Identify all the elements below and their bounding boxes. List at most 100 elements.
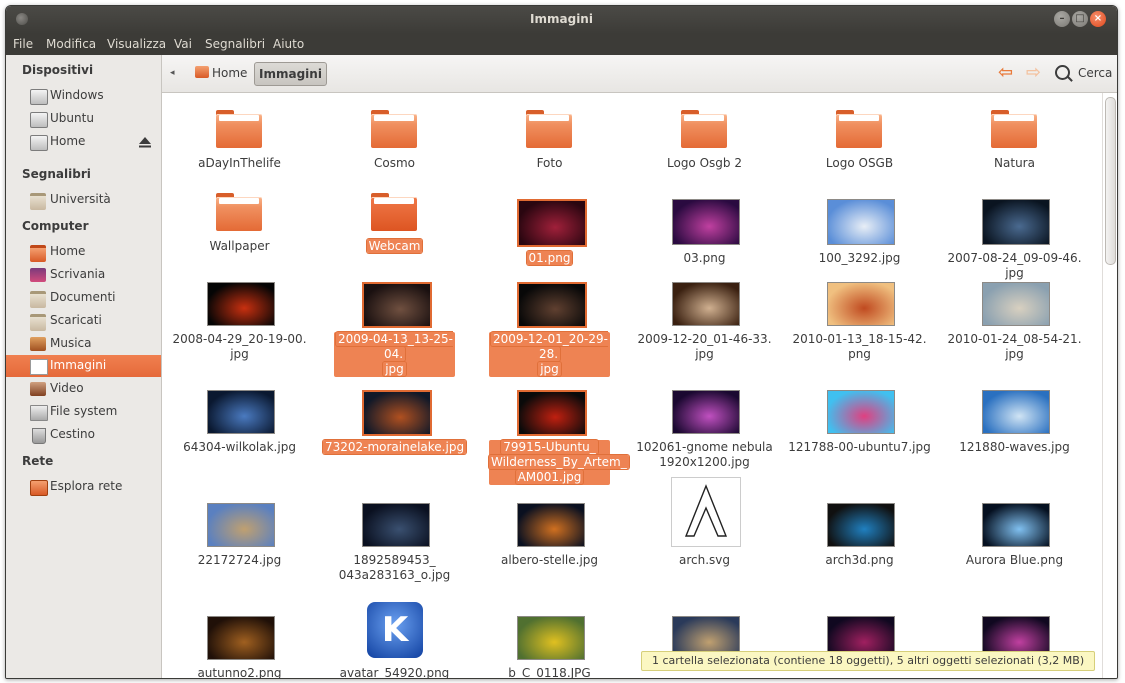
file-name-label: Logo Osgb 2 <box>667 156 742 170</box>
image-thumbnail-icon <box>362 282 432 328</box>
window-title: Immagini <box>530 12 593 26</box>
scrollbar-thumb[interactable] <box>1105 97 1116 265</box>
file-name-label: b_C_0118.JPG <box>508 666 591 679</box>
video-icon <box>30 382 46 396</box>
close-button[interactable]: × <box>1090 11 1106 27</box>
sidebar-item-esplora-rete[interactable]: Esplora rete <box>6 476 161 498</box>
sidebar-item-label: Musica <box>50 336 92 350</box>
file-name-label: 102061-gnome nebula 1920x1200.jpg <box>636 440 773 469</box>
image-thumbnail-icon <box>672 390 740 434</box>
sidebar-item-scaricati[interactable]: Scaricati <box>6 310 161 332</box>
file-name-label: Wallpaper <box>209 239 270 253</box>
file-name-label: avatar_54920.png <box>339 666 450 679</box>
file-name-label: Foto <box>536 156 563 170</box>
breadcrumb-left-arrow-icon[interactable]: ◂ <box>170 68 175 78</box>
pictures-icon <box>30 359 48 375</box>
file-name-label: 2009-12-20_01-46-33. jpg <box>637 332 772 361</box>
sidebar-item-cestino[interactable]: Cestino <box>6 424 161 446</box>
folder-icon <box>216 193 262 231</box>
breadcrumb-label: Home <box>212 66 248 80</box>
sidebar-item-ubuntu[interactable]: Ubuntu <box>6 108 161 130</box>
sidebar-item-label: Università <box>50 192 111 206</box>
file-name-label: Logo OSGB <box>825 156 894 170</box>
drive-icon <box>30 89 48 105</box>
sidebar-item-label: File system <box>50 404 118 418</box>
image-thumbnail-icon <box>827 390 895 434</box>
file-name-label: Natura <box>994 156 1035 170</box>
sidebar-item-musica[interactable]: Musica <box>6 333 161 355</box>
drive-icon <box>30 135 48 151</box>
sidebar-item-label: Immagini <box>50 358 107 372</box>
menu-visualizza[interactable]: Visualizza <box>107 37 166 51</box>
back-arrow-icon[interactable]: ⇦ <box>998 63 1013 83</box>
folder-icon <box>371 193 417 231</box>
location-toolbar: ◂ Home Immagini ⇦ ⇨ Cerca <box>162 55 1117 93</box>
sidebar-item-home[interactable]: Home <box>6 241 161 263</box>
search-icon[interactable] <box>1055 65 1070 80</box>
file-name-label: Aurora Blue.png <box>965 553 1064 567</box>
folder-icon <box>991 110 1037 148</box>
file-name-label: arch.svg <box>678 553 730 567</box>
search-button-label[interactable]: Cerca <box>1078 66 1112 80</box>
music-icon <box>30 337 46 351</box>
title-bar[interactable]: Immagini – □ × <box>6 6 1117 34</box>
sidebar-item-scrivania[interactable]: Scrivania <box>6 264 161 286</box>
sidebar-item-universita[interactable]: Università <box>6 189 161 211</box>
forward-arrow-icon[interactable]: ⇨ <box>1026 63 1041 83</box>
sidebar-item-immagini[interactable]: Immagini <box>6 355 161 377</box>
image-thumbnail-icon <box>672 199 740 245</box>
menu-file[interactable]: File <box>13 37 33 51</box>
file-name-label: 2008-04-29_20-19-00. jpg <box>172 332 307 361</box>
menu-modifica[interactable]: Modifica <box>46 37 96 51</box>
sidebar-item-home-drive[interactable]: Home <box>6 131 161 153</box>
file-name-label: aDayInThelife <box>198 156 281 170</box>
image-thumbnail-icon <box>827 503 895 547</box>
sidebar-item-label: Documenti <box>50 290 116 304</box>
file-name-label: Webcam <box>366 239 423 253</box>
maximize-button[interactable]: □ <box>1072 11 1088 27</box>
file-name-label: 121788-00-ubuntu7.jpg <box>788 440 931 454</box>
sidebar-item-windows[interactable]: Windows <box>6 85 161 107</box>
sidebar-item-video[interactable]: Video <box>6 378 161 400</box>
image-thumbnail-icon: K <box>367 602 423 658</box>
sidebar-item-documenti[interactable]: Documenti <box>6 287 161 309</box>
file-name-label: 2007-08-24_09-09-46. jpg <box>947 251 1082 280</box>
file-name-label: 1892589453_ 043a283163_o.jpg <box>338 553 451 582</box>
menu-segnalibri[interactable]: Segnalibri <box>205 37 265 51</box>
image-thumbnail-icon <box>517 503 585 547</box>
file-name-label: arch3d.png <box>825 553 894 567</box>
menu-vai[interactable]: Vai <box>174 37 192 51</box>
sidebar-item-file-system[interactable]: File system <box>6 401 161 423</box>
image-thumbnail-icon <box>207 503 275 547</box>
sidebar-heading-rete: Rete <box>22 454 54 468</box>
image-thumbnail-icon <box>517 282 587 328</box>
breadcrumb-immagini[interactable]: Immagini <box>254 62 327 86</box>
image-thumbnail-icon <box>362 390 432 436</box>
file-name-label: albero-stelle.jpg <box>500 553 599 567</box>
image-thumbnail-icon <box>672 282 740 326</box>
image-thumbnail-icon <box>982 390 1050 434</box>
downloads-icon <box>30 314 46 331</box>
filesystem-icon <box>30 405 48 421</box>
file-name-label: autunno2.png <box>197 666 282 679</box>
file-name-label: 2010-01-24_08-54-21. jpg <box>947 332 1082 361</box>
image-thumbnail-icon <box>362 503 430 547</box>
eject-icon[interactable] <box>138 135 152 149</box>
icon-view[interactable]: aDayInThelife Cosmo Foto Logo Osgb 2 Logo OS… <box>162 93 1103 678</box>
menu-aiuto[interactable]: Aiuto <box>273 37 304 51</box>
vertical-scrollbar[interactable] <box>1102 93 1117 678</box>
image-thumbnail-icon <box>671 477 741 547</box>
file-name-label: 64304-wilkolak.jpg <box>183 440 296 454</box>
breadcrumb-home[interactable]: Home <box>190 62 252 84</box>
documents-icon <box>30 291 46 308</box>
network-icon <box>30 480 48 496</box>
sidebar-heading-segnalibri: Segnalibri <box>22 167 91 181</box>
file-name-label: 100_3292.jpg <box>818 251 901 265</box>
folder-icon <box>30 193 46 210</box>
image-thumbnail-icon <box>517 616 585 660</box>
file-manager-window: Immagini – □ × File Modifica Visualizza … <box>5 5 1118 679</box>
sidebar-item-label: Windows <box>50 88 104 102</box>
sidebar-item-label: Home <box>50 244 86 258</box>
file-name-label: 73202-morainelake.jpg <box>322 440 467 454</box>
minimize-button[interactable]: – <box>1054 11 1070 27</box>
